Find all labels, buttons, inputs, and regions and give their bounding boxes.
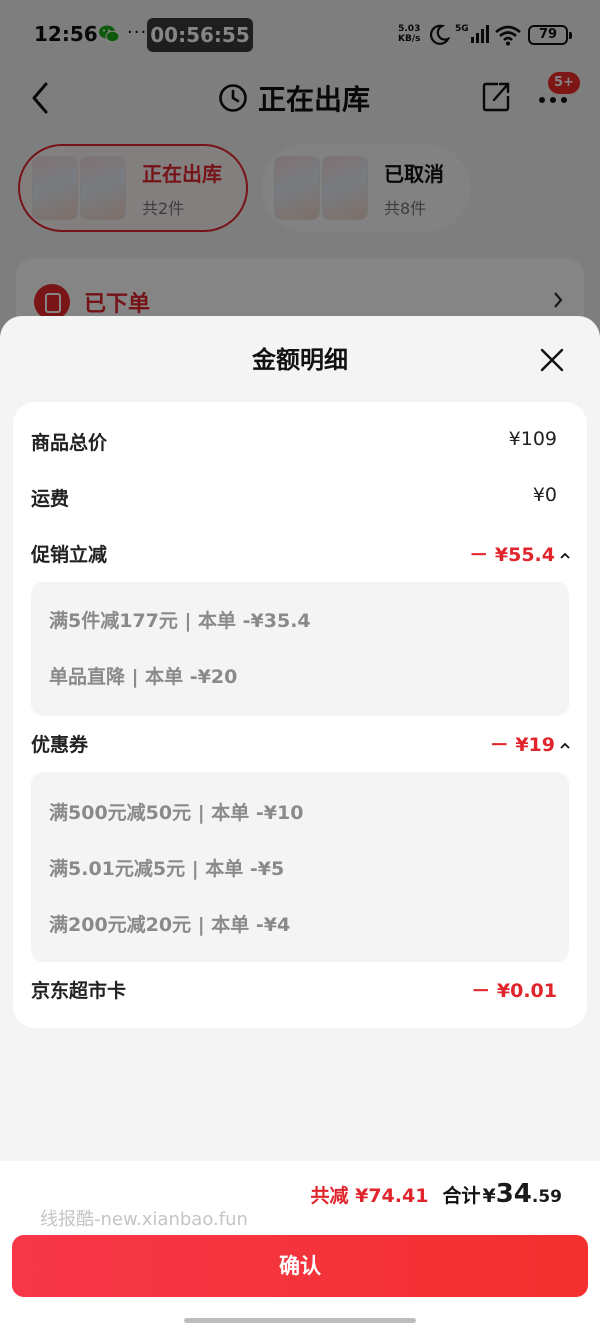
sheet-title: 金额明细 [252, 346, 348, 374]
promotion-label: 促销立减 [31, 544, 108, 566]
shipping-row: 运费 ¥0 [31, 484, 571, 514]
shipping-value: ¥0 [532, 484, 557, 506]
sheet-footer: 共减 ¥74.41 合计 ¥ 34 .59 线报酷-new.xianbao.fu… [0, 1161, 600, 1333]
coupon-label: 优惠券 [31, 734, 89, 756]
close-icon[interactable] [538, 346, 566, 374]
goods-total-row: 商品总价 ¥109 [31, 428, 571, 458]
total-summary: 共减 ¥74.41 合计 ¥ 34 .59 [311, 1179, 563, 1209]
goods-total-value: ¥109 [508, 428, 557, 450]
chevron-up-icon[interactable] [559, 740, 571, 752]
coupon-detail-box: 满500元减50元 | 本单 -¥10 满5.01元减5元 | 本单 -¥5 满… [31, 772, 569, 962]
goods-total-label: 商品总价 [31, 432, 108, 454]
total-label: 合计 [442, 1185, 481, 1207]
coupon-item: 满200元减20元 | 本单 -¥4 [49, 914, 291, 936]
promotion-value: － ¥55.4 [469, 544, 555, 566]
chevron-up-icon[interactable] [559, 550, 571, 562]
promotion-detail-box: 满5件减177元 | 本单 -¥35.4 单品直降 | 本单 -¥20 [31, 582, 569, 716]
coupon-value-wrap: － ¥19 [490, 730, 571, 757]
jd-card-label: 京东超市卡 [31, 980, 127, 1002]
total-currency: ¥ [482, 1185, 496, 1207]
coupon-item: 满500元减50元 | 本单 -¥10 [49, 802, 304, 824]
total-amount-integer: 34 [495, 1179, 532, 1209]
total-amount-decimal: .59 [531, 1187, 562, 1207]
home-indicator[interactable] [184, 1318, 416, 1323]
confirm-button[interactable]: 确认 [12, 1235, 588, 1297]
amount-detail-sheet: 金额明细 商品总价 ¥109 运费 ¥0 促销立减 － ¥55.4 满5件减17… [0, 316, 600, 1333]
jd-card-value: － ¥0.01 [471, 980, 557, 1002]
promotion-item: 满5件减177元 | 本单 -¥35.4 [49, 610, 311, 632]
coupon-value: － ¥19 [489, 734, 555, 756]
jd-card-row: 京东超市卡 － ¥0.01 [31, 976, 571, 1006]
promotion-value-wrap: － ¥55.4 [469, 540, 571, 567]
coupon-item: 满5.01元减5元 | 本单 -¥5 [49, 858, 285, 880]
promotion-item: 单品直降 | 本单 -¥20 [49, 666, 238, 688]
watermark: 线报酷-new.xianbao.fun [40, 1209, 248, 1230]
coupon-row[interactable]: 优惠券 － ¥19 [31, 730, 571, 760]
shipping-label: 运费 [31, 488, 70, 510]
amount-detail-card: 商品总价 ¥109 运费 ¥0 促销立减 － ¥55.4 满5件减177元 | … [13, 402, 587, 1028]
promotion-row[interactable]: 促销立减 － ¥55.4 [31, 540, 571, 570]
total-reduction: 共减 ¥74.41 [310, 1185, 429, 1207]
